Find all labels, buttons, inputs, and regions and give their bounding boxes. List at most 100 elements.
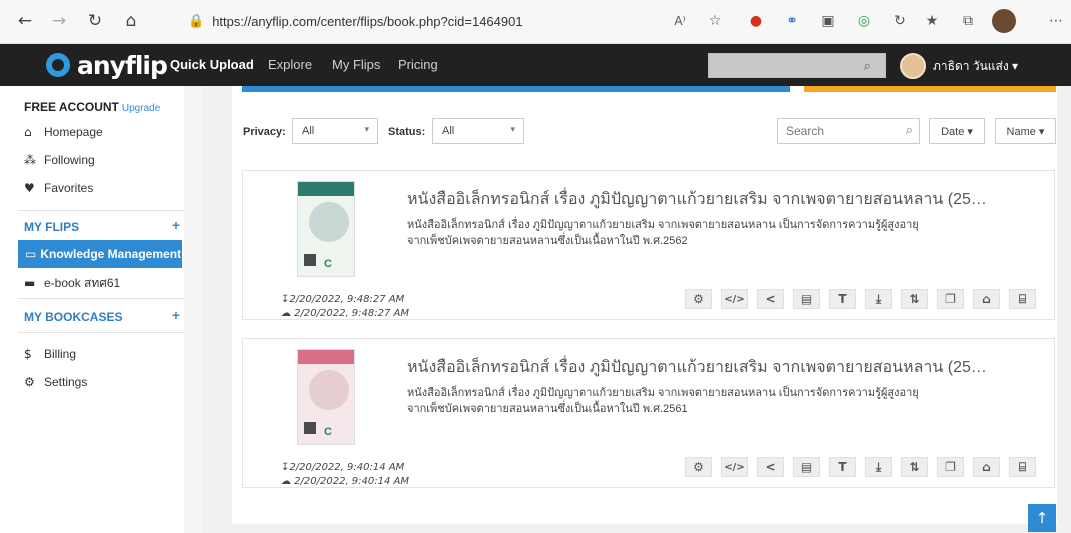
embed-icon[interactable]: </> <box>721 457 748 477</box>
anyflip-logo[interactable]: anyflip <box>46 50 168 80</box>
delete-icon[interactable]: ⌸ <box>1009 289 1036 309</box>
book-title[interactable]: หนังสืออิเล็กทรอนิกส์ เรื่อง ภูมิปัญญาตา… <box>407 355 987 380</box>
bookmark-icon[interactable]: ▤ <box>793 289 820 309</box>
user-menu[interactable]: ภาธิดา วันแส่ง ▾ <box>900 53 1018 79</box>
lock-icon[interactable]: ⌂ <box>973 289 1000 309</box>
lock-icon: 🔒 <box>188 13 205 29</box>
book-title[interactable]: หนังสืออิเล็กทรอนิกส์ เรื่อง ภูมิปัญญาตา… <box>407 187 987 212</box>
header-search-input[interactable]: ⌕ <box>708 53 886 78</box>
modified-date: ↧2/20/2022, 9:40:14 AM <box>281 462 405 473</box>
favorites-icon[interactable]: ★ <box>920 9 944 33</box>
extension-circle-icon[interactable]: ◎ <box>852 9 876 33</box>
sort-name-button[interactable]: Name ▾ <box>995 118 1056 144</box>
lock-icon[interactable]: ⌂ <box>973 457 1000 477</box>
my-bookcases-header: MY BOOKCASES + <box>24 307 180 324</box>
move-icon[interactable]: ⇅ <box>901 289 928 309</box>
upload-bar[interactable] <box>242 86 790 92</box>
create-bar[interactable] <box>804 86 1056 92</box>
heart-icon: ♥ <box>24 181 35 195</box>
logo-icon <box>46 53 70 77</box>
upgrade-link[interactable]: Upgrade <box>122 103 160 114</box>
scroll-to-top-button[interactable]: ↑ <box>1028 504 1056 532</box>
sidebar-gutter <box>184 86 202 533</box>
created-date: ☁ 2/20/2022, 9:48:27 AM <box>281 308 410 319</box>
text-icon[interactable]: T <box>829 457 856 477</box>
copy-icon[interactable]: ❐ <box>937 457 964 477</box>
user-name[interactable]: ภาธิดา วันแส่ง ▾ <box>933 57 1018 76</box>
divider <box>18 332 184 333</box>
privacy-select[interactable]: All ▾ <box>292 118 378 144</box>
url-text[interactable]: https://anyflip.com/center/flips/book.ph… <box>212 14 522 29</box>
my-flips-header: MY FLIPS + <box>24 217 180 234</box>
forward-icon[interactable]: → <box>46 8 72 34</box>
text-icon[interactable]: T <box>829 289 856 309</box>
cover-band <box>298 350 354 364</box>
collections-icon[interactable]: ⧉ <box>956 9 980 33</box>
extension-link-icon[interactable]: ⚭ <box>780 9 804 33</box>
add-flip-folder-icon[interactable]: + <box>172 217 180 233</box>
delete-icon[interactable]: ⌸ <box>1009 457 1036 477</box>
search-icon[interactable]: ⌕ <box>906 122 913 138</box>
book-card: C ↧2/20/2022, 9:40:14 AM ☁ 2/20/2022, 9:… <box>242 338 1055 488</box>
rss-icon: ⁂ <box>24 153 36 167</box>
avatar <box>900 53 926 79</box>
embed-icon[interactable]: </> <box>721 289 748 309</box>
sidebar-item-following[interactable]: ⁂ Following <box>24 149 184 171</box>
chevron-down-icon: ▾ <box>510 125 515 135</box>
more-icon[interactable]: ⋯ <box>1044 9 1068 33</box>
book-cover[interactable]: C <box>297 181 355 277</box>
search-icon[interactable]: ⌕ <box>864 58 871 74</box>
qr-code-icon <box>304 254 316 266</box>
book-tools: ⚙ </> < ▤ T ⤓ ⇅ ❐ ⌂ ⌸ <box>685 289 1045 309</box>
sidebar-item-billing[interactable]: $ Billing <box>24 343 184 365</box>
folder-icon: ▬ <box>24 276 36 290</box>
book-description: หนังสืออิเล็กทรอนิกส์ เรื่อง ภูมิปัญญาตา… <box>407 219 919 247</box>
read-aloud-icon[interactable]: A⁾ <box>668 9 692 33</box>
sort-date-button[interactable]: Date ▾ <box>929 118 985 144</box>
cover-band <box>298 182 354 196</box>
book-cover[interactable]: C <box>297 349 355 445</box>
qr-code-icon <box>304 422 316 434</box>
nav-quick-upload[interactable]: Quick Upload <box>170 57 254 72</box>
bookmark-icon[interactable]: ▤ <box>793 457 820 477</box>
home-icon[interactable]: ⌂ <box>118 8 144 34</box>
book-description: หนังสืออิเล็กทรอนิกส์ เรื่อง ภูมิปัญญาตา… <box>407 387 919 415</box>
search-input[interactable]: Search ⌕ <box>777 118 920 144</box>
created-date: ☁ 2/20/2022, 9:40:14 AM <box>281 476 410 487</box>
extension-icon[interactable]: ● <box>744 9 768 33</box>
nav-my-flips[interactable]: My Flips <box>332 57 380 72</box>
favorites-add-icon[interactable]: ☆ <box>703 9 727 33</box>
address-bar[interactable]: 🔒 https://anyflip.com/center/flips/book.… <box>188 8 658 34</box>
browser-toolbar: ← → ↻ ⌂ 🔒 https://anyflip.com/center/fli… <box>0 0 1071 44</box>
back-icon[interactable]: ← <box>12 8 38 34</box>
folder-ebook[interactable]: ▬ e-book สทศ61 <box>24 272 184 294</box>
share-icon[interactable]: < <box>757 457 784 477</box>
move-icon[interactable]: ⇅ <box>901 457 928 477</box>
extension-box-icon[interactable]: ▣ <box>816 9 840 33</box>
cover-photo <box>309 370 349 410</box>
refresh-extension-icon[interactable]: ↻ <box>888 9 912 33</box>
nav-explore[interactable]: Explore <box>268 57 312 72</box>
share-icon[interactable]: < <box>757 289 784 309</box>
settings-icon[interactable]: ⚙ <box>685 457 712 477</box>
download-icon[interactable]: ⤓ <box>865 457 892 477</box>
sidebar-item-favorites[interactable]: ♥ Favorites <box>24 177 184 199</box>
reload-icon[interactable]: ↻ <box>82 8 108 34</box>
folder-open-icon: ▭ <box>25 247 37 261</box>
privacy-label: Privacy: <box>243 126 286 138</box>
gear-icon: ⚙ <box>24 375 35 389</box>
sidebar-item-homepage[interactable]: ⌂ Homepage <box>24 121 184 143</box>
sidebar-item-settings[interactable]: ⚙ Settings <box>24 371 184 393</box>
settings-icon[interactable]: ⚙ <box>685 289 712 309</box>
folder-knowledge-management[interactable]: ▭ Knowledge Management <box>18 240 182 268</box>
download-icon[interactable]: ⤓ <box>865 289 892 309</box>
profile-icon[interactable] <box>992 9 1016 33</box>
cover-photo <box>309 202 349 242</box>
cover-logo: C <box>324 426 332 438</box>
nav-pricing[interactable]: Pricing <box>398 57 438 72</box>
copy-icon[interactable]: ❐ <box>937 289 964 309</box>
add-bookcase-icon[interactable]: + <box>172 307 180 323</box>
home-icon: ⌂ <box>24 125 32 139</box>
cover-logo: C <box>324 258 332 270</box>
status-select[interactable]: All ▾ <box>432 118 524 144</box>
